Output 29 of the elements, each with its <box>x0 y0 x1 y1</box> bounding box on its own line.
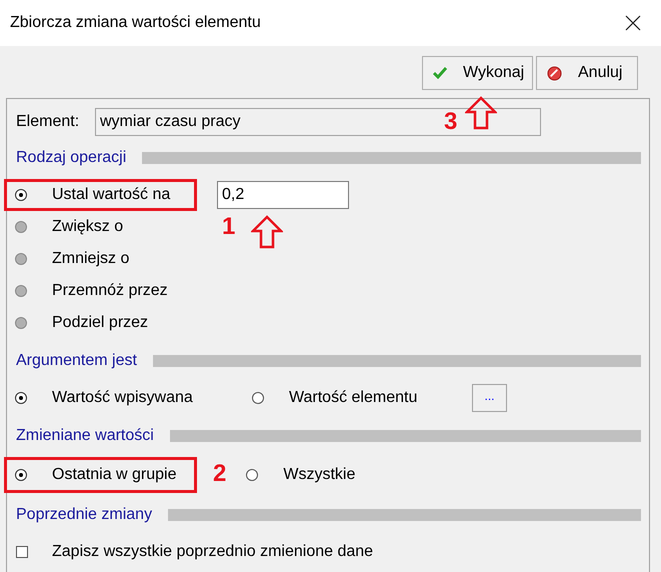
element-label: Element: <box>16 112 80 132</box>
checkbox[interactable] <box>16 546 28 558</box>
arrow-up-icon <box>251 215 284 249</box>
section-title: Argumentem jest <box>16 351 137 371</box>
option-label[interactable]: Ustal wartość na <box>52 183 170 207</box>
section-title: Zmieniane wartości <box>16 426 154 446</box>
option-label[interactable]: Wartość elementu <box>289 386 418 410</box>
option-label[interactable]: Ostatnia w grupie <box>52 463 177 487</box>
checkmark-icon <box>433 67 447 79</box>
window-title: Zbiorcza zmiana wartości elementu <box>10 13 262 33</box>
browse-button[interactable]: ... <box>472 384 507 412</box>
value-field[interactable]: 0,2 <box>217 181 349 209</box>
section-title: Rodzaj operacji <box>16 148 126 168</box>
radio-button[interactable] <box>15 392 27 404</box>
radio-button[interactable] <box>246 469 258 481</box>
radio-button[interactable] <box>15 189 27 201</box>
action-button[interactable]: Anuluj <box>536 56 638 90</box>
radio-button[interactable] <box>15 469 27 481</box>
action-button[interactable]: Wykonaj <box>422 56 533 90</box>
option-label[interactable]: Wszystkie <box>283 463 356 487</box>
section-title: Poprzednie zmiany <box>16 505 152 525</box>
radio-button[interactable] <box>252 392 264 404</box>
callout-number: 2 <box>213 460 226 486</box>
callout-number: 1 <box>222 215 236 239</box>
close-icon[interactable] <box>625 15 641 31</box>
cancel-icon <box>547 66 562 80</box>
checkbox-label[interactable]: Zapisz wszystkie poprzednio zmienione dane <box>52 540 374 564</box>
option-label[interactable]: Wartość wpisywana <box>52 386 193 410</box>
callout-number: 3 <box>444 108 458 135</box>
